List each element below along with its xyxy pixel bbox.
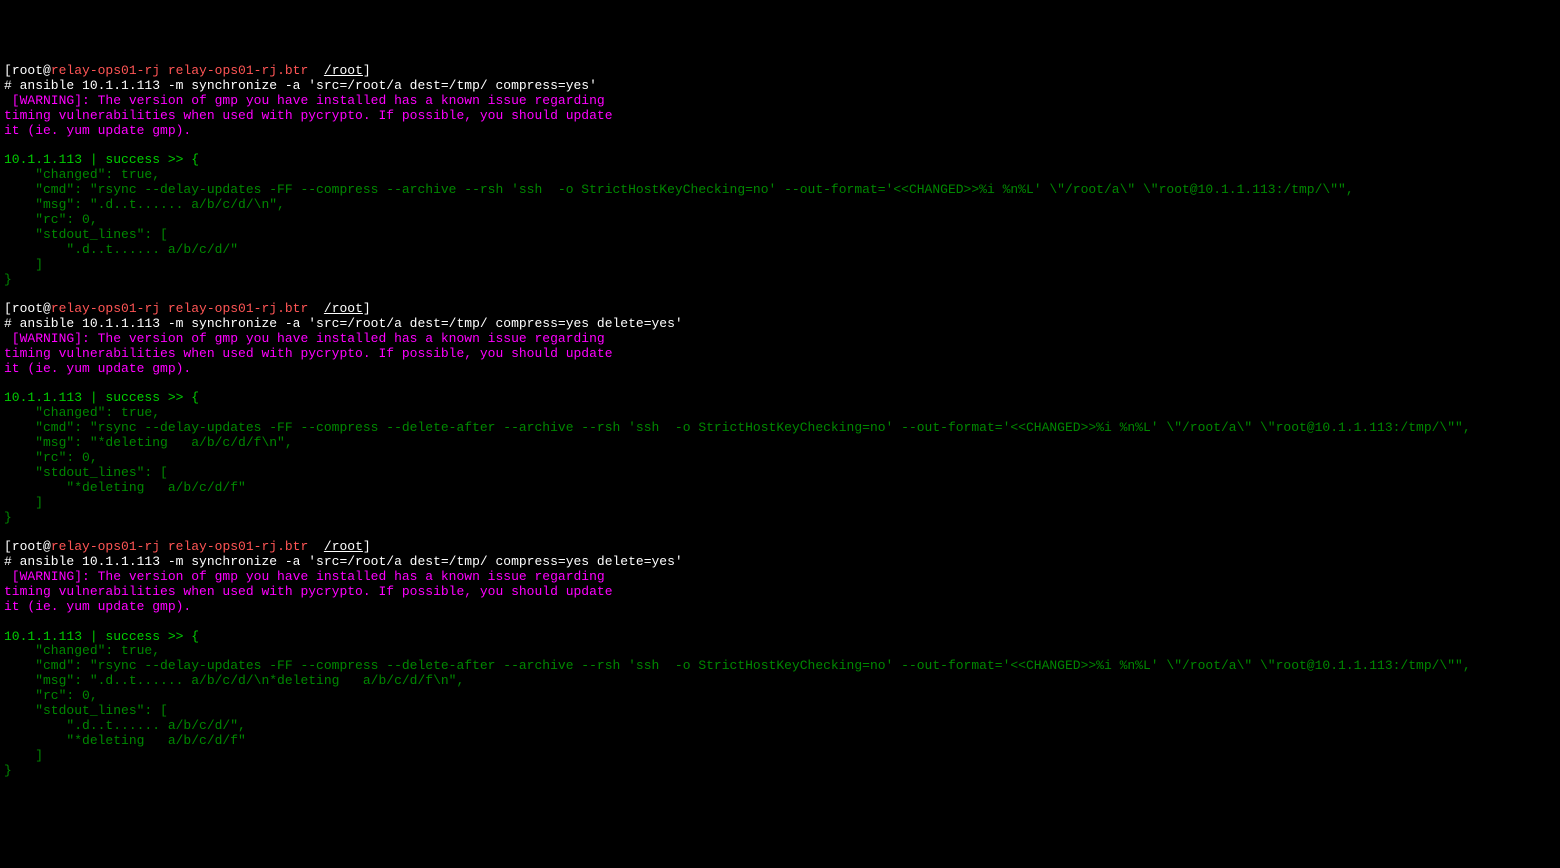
json-line: "msg": ".d..t...... a/b/c/d/\n",	[4, 198, 1556, 213]
json-line: "stdout_lines": [	[4, 704, 1556, 719]
json-line: ]	[4, 749, 1556, 764]
prompt-bracket: [	[4, 539, 12, 554]
warning-line: it (ie. yum update gmp).	[4, 600, 1556, 615]
terminal-block: [root@relay-ops01-rj relay-ops01-rj.btr …	[4, 302, 1556, 526]
json-line: ]	[4, 496, 1556, 511]
prompt-path: /root	[324, 301, 363, 316]
prompt-line: [root@relay-ops01-rj relay-ops01-rj.btr …	[4, 540, 1556, 555]
json-line: "rc": 0,	[4, 213, 1556, 228]
prompt-bracket: ]	[363, 63, 371, 78]
prompt-line: [root@relay-ops01-rj relay-ops01-rj.btr …	[4, 64, 1556, 79]
blank-line	[4, 377, 1556, 392]
json-line: "changed": true,	[4, 168, 1556, 183]
prompt-bracket: [	[4, 63, 12, 78]
json-line: "stdout_lines": [	[4, 228, 1556, 243]
warning-line: [WARNING]: The version of gmp you have i…	[4, 332, 1556, 347]
json-line: }	[4, 273, 1556, 288]
warning-line: [WARNING]: The version of gmp you have i…	[4, 94, 1556, 109]
warning-line: it (ie. yum update gmp).	[4, 124, 1556, 139]
json-line: }	[4, 511, 1556, 526]
command-line: # ansible 10.1.1.113 -m synchronize -a '…	[4, 79, 1556, 94]
warning-line: timing vulnerabilities when used with py…	[4, 347, 1556, 362]
blank-line	[4, 615, 1556, 630]
json-line: "changed": true,	[4, 644, 1556, 659]
prompt-path: /root	[324, 63, 363, 78]
warning-line: [WARNING]: The version of gmp you have i…	[4, 570, 1556, 585]
json-line: ".d..t...... a/b/c/d/",	[4, 719, 1556, 734]
terminal-block: [root@relay-ops01-rj relay-ops01-rj.btr …	[4, 540, 1556, 779]
prompt-bracket: [	[4, 301, 12, 316]
warning-line: it (ie. yum update gmp).	[4, 362, 1556, 377]
json-line: ".d..t...... a/b/c/d/"	[4, 243, 1556, 258]
json-line: "cmd": "rsync --delay-updates -FF --comp…	[4, 659, 1556, 674]
json-line: "cmd": "rsync --delay-updates -FF --comp…	[4, 421, 1556, 436]
json-line: "rc": 0,	[4, 451, 1556, 466]
prompt-path: /root	[324, 539, 363, 554]
terminal-output[interactable]: [root@relay-ops01-rj relay-ops01-rj.btr …	[4, 64, 1556, 779]
prompt-host: relay-ops01-rj relay-ops01-rj.btr	[51, 539, 308, 554]
warning-line: timing vulnerabilities when used with py…	[4, 585, 1556, 600]
prompt-sep	[308, 539, 324, 554]
json-line: "rc": 0,	[4, 689, 1556, 704]
json-line: ]	[4, 258, 1556, 273]
prompt-bracket: ]	[363, 301, 371, 316]
json-line: "msg": ".d..t...... a/b/c/d/\n*deleting …	[4, 674, 1556, 689]
success-line: 10.1.1.113 | success >> {	[4, 391, 1556, 406]
command-line: # ansible 10.1.1.113 -m synchronize -a '…	[4, 317, 1556, 332]
success-line: 10.1.1.113 | success >> {	[4, 630, 1556, 645]
success-line: 10.1.1.113 | success >> {	[4, 153, 1556, 168]
command-line: # ansible 10.1.1.113 -m synchronize -a '…	[4, 555, 1556, 570]
prompt-user: root@	[12, 63, 51, 78]
prompt-sep	[308, 63, 324, 78]
warning-line: timing vulnerabilities when used with py…	[4, 109, 1556, 124]
json-line: "cmd": "rsync --delay-updates -FF --comp…	[4, 183, 1556, 198]
json-line: }	[4, 764, 1556, 779]
json-line: "*deleting a/b/c/d/f"	[4, 481, 1556, 496]
prompt-user: root@	[12, 301, 51, 316]
json-line: "stdout_lines": [	[4, 466, 1556, 481]
prompt-sep	[308, 301, 324, 316]
json-line: "*deleting a/b/c/d/f"	[4, 734, 1556, 749]
prompt-user: root@	[12, 539, 51, 554]
prompt-line: [root@relay-ops01-rj relay-ops01-rj.btr …	[4, 302, 1556, 317]
terminal-block: [root@relay-ops01-rj relay-ops01-rj.btr …	[4, 64, 1556, 288]
prompt-host: relay-ops01-rj relay-ops01-rj.btr	[51, 301, 308, 316]
prompt-host: relay-ops01-rj relay-ops01-rj.btr	[51, 63, 308, 78]
blank-line	[4, 138, 1556, 153]
json-line: "msg": "*deleting a/b/c/d/f\n",	[4, 436, 1556, 451]
json-line: "changed": true,	[4, 406, 1556, 421]
prompt-bracket: ]	[363, 539, 371, 554]
